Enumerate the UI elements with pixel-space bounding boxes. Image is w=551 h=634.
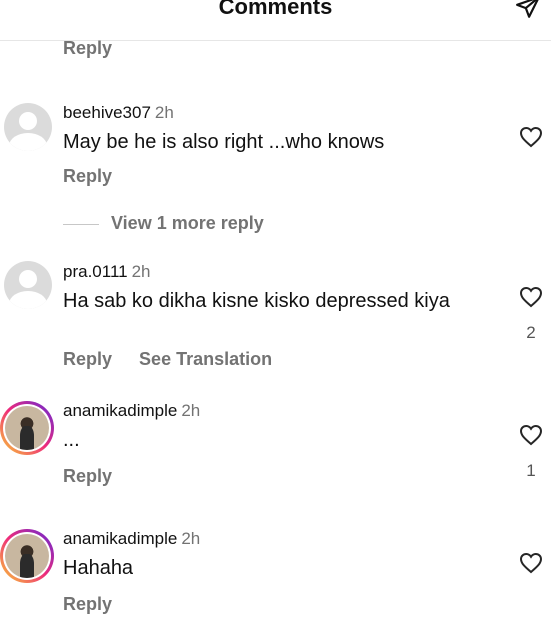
page-title: Comments <box>218 0 333 19</box>
default-avatar-icon[interactable] <box>4 261 52 309</box>
comment-time: 2h <box>131 262 151 281</box>
heart-outline-icon[interactable] <box>519 285 543 309</box>
reply-button[interactable]: Reply <box>63 349 112 369</box>
divider-line <box>63 223 99 225</box>
reply-button[interactable]: Reply <box>63 466 112 486</box>
comment-meta: pra.0111 2h <box>63 262 151 282</box>
reply-button[interactable]: Reply <box>63 594 112 614</box>
username-link[interactable]: anamikadimple <box>63 529 177 548</box>
heart-outline-icon[interactable] <box>519 551 543 575</box>
default-avatar-icon[interactable] <box>4 103 52 151</box>
see-translation-button[interactable]: See Translation <box>139 349 272 369</box>
comment-meta: anamikadimple 2h <box>63 529 200 549</box>
comment-text: May be he is also right ...who knows <box>63 131 385 153</box>
heart-outline-icon[interactable] <box>519 423 543 447</box>
reply-button[interactable]: Reply <box>63 38 112 59</box>
paper-plane-icon[interactable] <box>515 0 541 20</box>
comment-time: 2h <box>181 401 201 420</box>
view-more-replies-button[interactable]: View 1 more reply <box>63 213 264 234</box>
comment-text: ... <box>63 429 80 451</box>
comment-text: Hahaha <box>63 557 134 579</box>
like-count[interactable]: 1 <box>523 461 539 481</box>
comment-time: 2h <box>154 103 174 122</box>
reply-button[interactable]: Reply <box>63 166 112 186</box>
comment-actions: Reply <box>63 466 134 487</box>
comment-actions: Reply <box>63 594 134 615</box>
comment-meta: anamikadimple 2h <box>63 401 200 421</box>
comment-actions: Reply <box>63 166 134 187</box>
heart-outline-icon[interactable] <box>519 125 543 149</box>
username-link[interactable]: pra.0111 <box>63 262 128 281</box>
username-link[interactable]: anamikadimple <box>63 401 177 420</box>
comments-header: Comments <box>0 0 551 41</box>
avatar[interactable] <box>0 401 54 455</box>
avatar[interactable] <box>0 529 54 583</box>
comment-meta: beehive307 2h <box>63 103 174 123</box>
like-count[interactable]: 2 <box>523 323 539 343</box>
comment-text: Ha sab ko dikha kisne kisko depressed ki… <box>63 290 450 312</box>
comment-time: 2h <box>181 529 201 548</box>
username-link[interactable]: beehive307 <box>63 103 151 122</box>
view-more-replies-label: View 1 more reply <box>111 213 264 233</box>
comment-actions: Reply See Translation <box>63 349 294 370</box>
